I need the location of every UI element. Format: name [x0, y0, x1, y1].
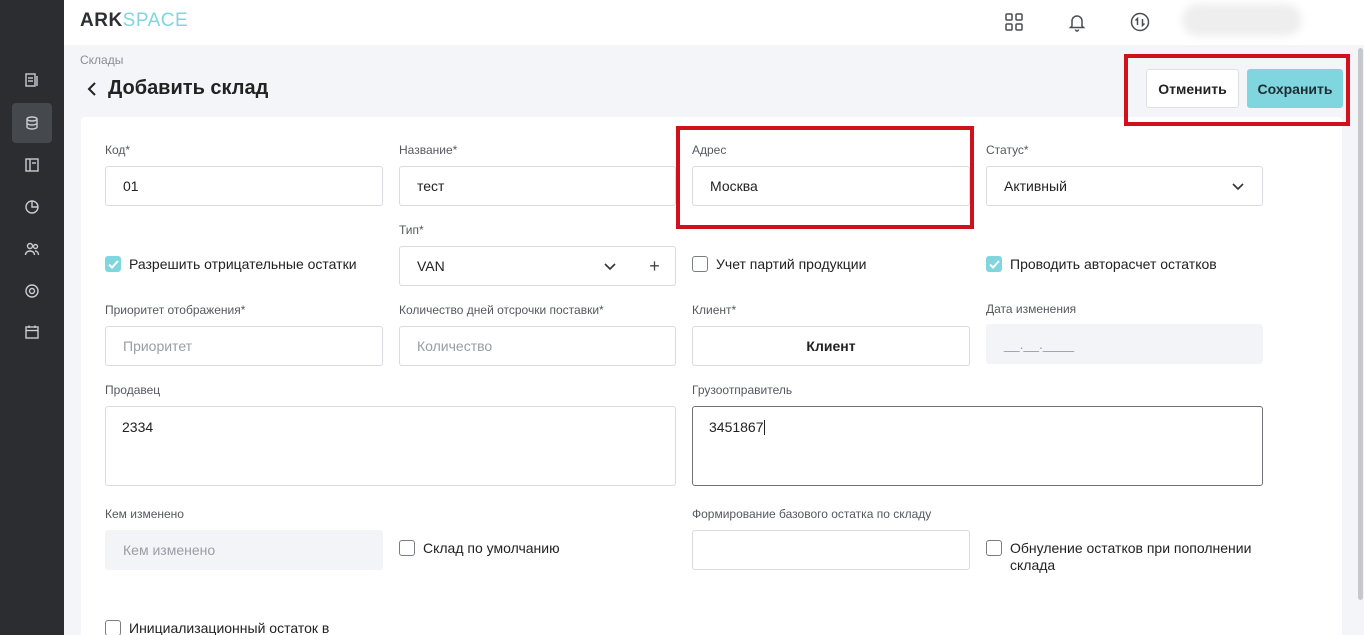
scrollbar-thumb[interactable]: [1358, 48, 1363, 600]
logo: ARKSPACE: [80, 10, 189, 31]
user-profile[interactable]: [1182, 4, 1302, 36]
sync-icon[interactable]: [1126, 8, 1154, 36]
documents-icon[interactable]: [12, 60, 52, 100]
seller-label: Продавец: [105, 383, 161, 397]
changed-by-label: Кем изменено: [105, 507, 184, 521]
text-caret: [763, 420, 765, 435]
priority-input[interactable]: Приоритет: [105, 326, 383, 366]
checkbox-icon[interactable]: [692, 256, 708, 272]
batch-tracking-checkbox[interactable]: Учет партий продукции: [692, 256, 866, 273]
init-stock-checkbox[interactable]: Инициализационный остаток в: [105, 620, 329, 635]
base-stock-label: Формирование базового остатка по складу: [692, 507, 932, 521]
highlight-frame-buttons: [1124, 54, 1350, 126]
shipper-textarea[interactable]: 3451867: [692, 406, 1263, 486]
bell-icon[interactable]: [1063, 8, 1091, 36]
checkbox-icon[interactable]: [986, 540, 1002, 556]
client-label: Клиент*: [692, 303, 737, 317]
settings-icon[interactable]: [12, 271, 52, 311]
seller-textarea[interactable]: 2334: [105, 406, 676, 486]
chevron-down-icon: [604, 258, 616, 274]
top-bar: ARKSPACE: [64, 0, 1364, 45]
name-input[interactable]: тест: [399, 166, 676, 206]
checkbox-checked-icon[interactable]: [986, 256, 1002, 272]
apps-grid-icon[interactable]: [1000, 8, 1028, 36]
reports-icon[interactable]: [12, 187, 52, 227]
users-icon[interactable]: [12, 229, 52, 269]
type-select[interactable]: VAN: [399, 246, 635, 286]
add-type-button[interactable]: +: [634, 246, 676, 286]
name-label: Название*: [399, 143, 458, 157]
priority-label: Приоритет отображения*: [105, 303, 246, 317]
status-label: Статус*: [986, 143, 1029, 157]
changed-by-input: Кем изменено: [105, 530, 383, 570]
default-warehouse-checkbox[interactable]: Склад по умолчанию: [399, 540, 560, 557]
database-icon[interactable]: [12, 103, 52, 143]
base-stock-input[interactable]: [692, 530, 970, 570]
status-select[interactable]: Активный: [986, 166, 1263, 206]
changed-date-label: Дата изменения: [986, 302, 1077, 316]
type-label: Тип*: [399, 223, 424, 237]
allow-negative-checkbox[interactable]: Разрешить отрицательные остатки: [105, 256, 357, 273]
code-label: Код*: [105, 143, 131, 157]
page-title: Добавить склад: [108, 77, 269, 99]
breadcrumb[interactable]: Склады: [80, 53, 123, 67]
shipper-label: Грузоотправитель: [692, 383, 793, 397]
reset-on-refill-checkbox[interactable]: Обнуление остатков при пополнении склада: [986, 540, 1266, 574]
sidebar: [0, 0, 64, 635]
client-button[interactable]: Клиент: [692, 326, 970, 366]
delay-days-input[interactable]: Количество: [399, 326, 676, 366]
checkbox-icon[interactable]: [399, 540, 415, 556]
catalog-icon[interactable]: [12, 145, 52, 185]
highlight-frame-address: [676, 126, 974, 229]
back-arrow-icon[interactable]: [82, 78, 102, 100]
auto-calc-checkbox[interactable]: Проводить авторасчет остатков: [986, 256, 1217, 273]
changed-date-input: __.__.____: [986, 324, 1263, 364]
chevron-down-icon: [1232, 178, 1244, 194]
checkbox-checked-icon[interactable]: [105, 256, 121, 272]
checkbox-icon[interactable]: [105, 620, 121, 635]
code-input[interactable]: 01: [105, 166, 383, 206]
delay-days-label: Количество дней отсрочки поставки*: [399, 303, 604, 317]
calendar-icon[interactable]: [12, 312, 52, 352]
